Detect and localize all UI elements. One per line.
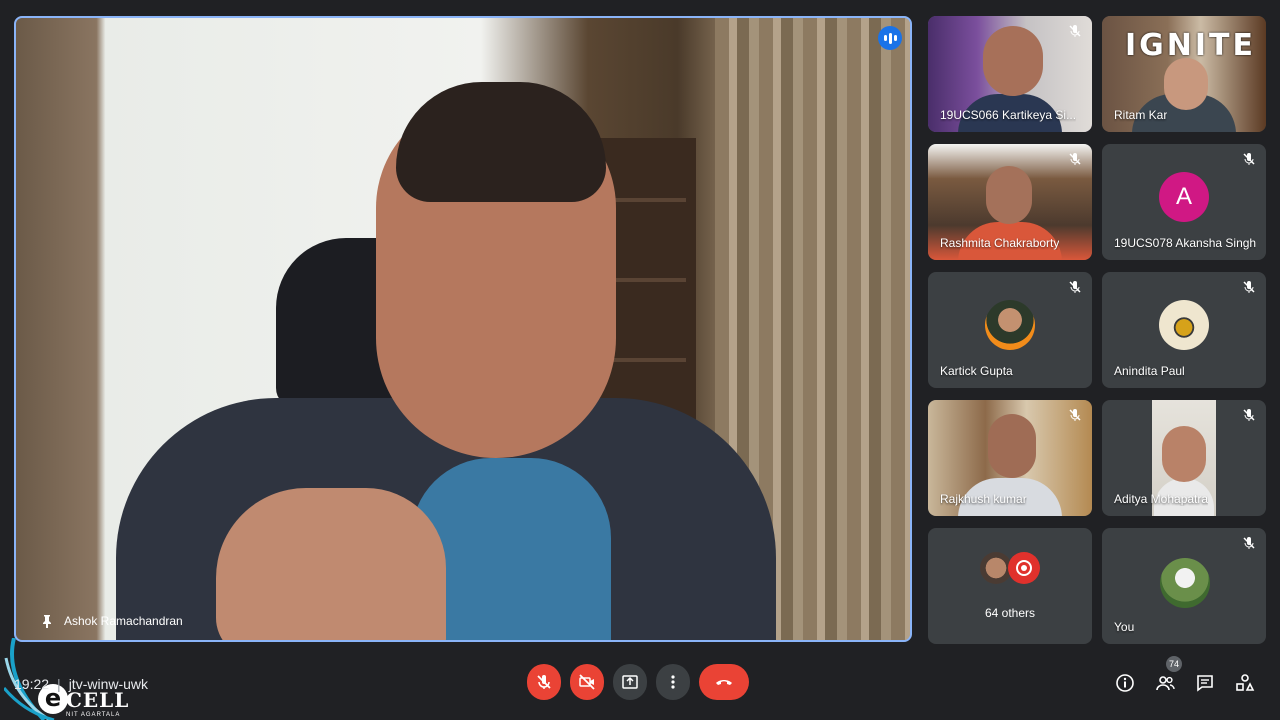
leave-call-button[interactable] bbox=[699, 664, 749, 700]
participant-name: Rajkhush kumar bbox=[940, 492, 1027, 506]
mic-off-icon bbox=[1069, 281, 1081, 293]
avatar-initial: A bbox=[1159, 172, 1209, 222]
people-count-badge: 74 bbox=[1166, 656, 1182, 672]
participant-name: You bbox=[1114, 620, 1135, 634]
chat-icon bbox=[1197, 675, 1213, 692]
avatar-photo bbox=[1159, 300, 1209, 350]
participant-head bbox=[1162, 426, 1206, 482]
self-tile[interactable]: You bbox=[1102, 528, 1266, 644]
main-speaker-label: Ashok Ramachandran bbox=[40, 614, 183, 628]
mic-off-icon bbox=[1069, 409, 1081, 421]
chat-button[interactable] bbox=[1194, 672, 1216, 694]
participant-tile[interactable]: Anindita Paul bbox=[1102, 272, 1266, 388]
activities-icon bbox=[1236, 674, 1255, 691]
speaker-hand bbox=[216, 488, 446, 640]
more-options-button[interactable] bbox=[656, 664, 690, 700]
people-button[interactable] bbox=[1154, 672, 1176, 694]
activities-button[interactable] bbox=[1234, 672, 1256, 694]
ignite-logo: IGNITE bbox=[1124, 28, 1256, 63]
participant-name: Ritam Kar bbox=[1114, 108, 1168, 122]
participant-name: 19UCS078 Akansha Singh bbox=[1114, 236, 1257, 250]
clock-time: 19:22 bbox=[14, 676, 50, 692]
participant-tile[interactable]: Rashmita Chakraborty bbox=[928, 144, 1092, 260]
participant-name: Rashmita Chakraborty bbox=[940, 236, 1060, 250]
main-speaker-name: Ashok Ramachandran bbox=[64, 614, 183, 628]
lion-logo-icon bbox=[1008, 552, 1040, 584]
camera-toggle-button[interactable] bbox=[570, 664, 604, 700]
meeting-code: jtv-winw-uwk bbox=[68, 676, 149, 692]
participant-tile[interactable]: Rajkhush kumar bbox=[928, 400, 1092, 516]
others-tile[interactable]: 64 others bbox=[928, 528, 1092, 644]
participant-head bbox=[988, 414, 1036, 478]
avatar-photo bbox=[985, 300, 1035, 350]
people-icon bbox=[1156, 676, 1175, 691]
others-count: 64 others bbox=[984, 606, 1036, 620]
participant-tile[interactable]: IGNITE Ritam Kar bbox=[1102, 16, 1266, 132]
participant-tile[interactable]: A 19UCS078 Akansha Singh bbox=[1102, 144, 1266, 260]
participant-head bbox=[983, 26, 1043, 96]
mic-off-icon bbox=[1243, 409, 1255, 421]
ecell-subtitle: NIT AGARTALA bbox=[66, 712, 121, 718]
participant-name: Aditya Mohapatra bbox=[1114, 492, 1209, 506]
separator: | bbox=[57, 676, 61, 692]
participant-name: Anindita Paul bbox=[1114, 364, 1185, 378]
avatar-photo bbox=[1160, 558, 1210, 608]
mic-toggle-button[interactable] bbox=[527, 664, 561, 700]
participant-name: Kartick Gupta bbox=[940, 364, 1013, 378]
present-icon bbox=[622, 675, 638, 689]
more-vert-icon bbox=[671, 675, 675, 689]
mic-off-icon bbox=[1069, 153, 1081, 165]
mic-off-icon bbox=[1069, 25, 1081, 37]
participant-tile[interactable]: Kartick Gupta bbox=[928, 272, 1092, 388]
mic-off-icon bbox=[1243, 153, 1255, 165]
main-speaker-video[interactable]: Ashok Ramachandran bbox=[14, 16, 912, 642]
speaking-indicator-icon bbox=[878, 26, 902, 50]
participant-head bbox=[1164, 58, 1208, 110]
pin-icon[interactable] bbox=[40, 614, 54, 628]
info-icon bbox=[1116, 674, 1134, 692]
mic-off-icon bbox=[537, 675, 551, 689]
meeting-info: 19:22 | jtv-winw-uwk bbox=[14, 676, 148, 692]
participant-tile[interactable]: Aditya Mohapatra bbox=[1102, 400, 1266, 516]
end-call-icon bbox=[716, 680, 732, 685]
speaker-hair bbox=[396, 82, 606, 202]
meeting-details-button[interactable] bbox=[1114, 672, 1136, 694]
present-screen-button[interactable] bbox=[613, 664, 647, 700]
camera-off-icon bbox=[579, 674, 595, 690]
participant-head bbox=[986, 166, 1032, 224]
mic-off-icon bbox=[1243, 281, 1255, 293]
mic-off-icon bbox=[1243, 537, 1255, 549]
participant-name: 19UCS066 Kartikeya Si... bbox=[940, 108, 1077, 122]
participant-tile[interactable]: 19UCS066 Kartikeya Si... bbox=[928, 16, 1092, 132]
